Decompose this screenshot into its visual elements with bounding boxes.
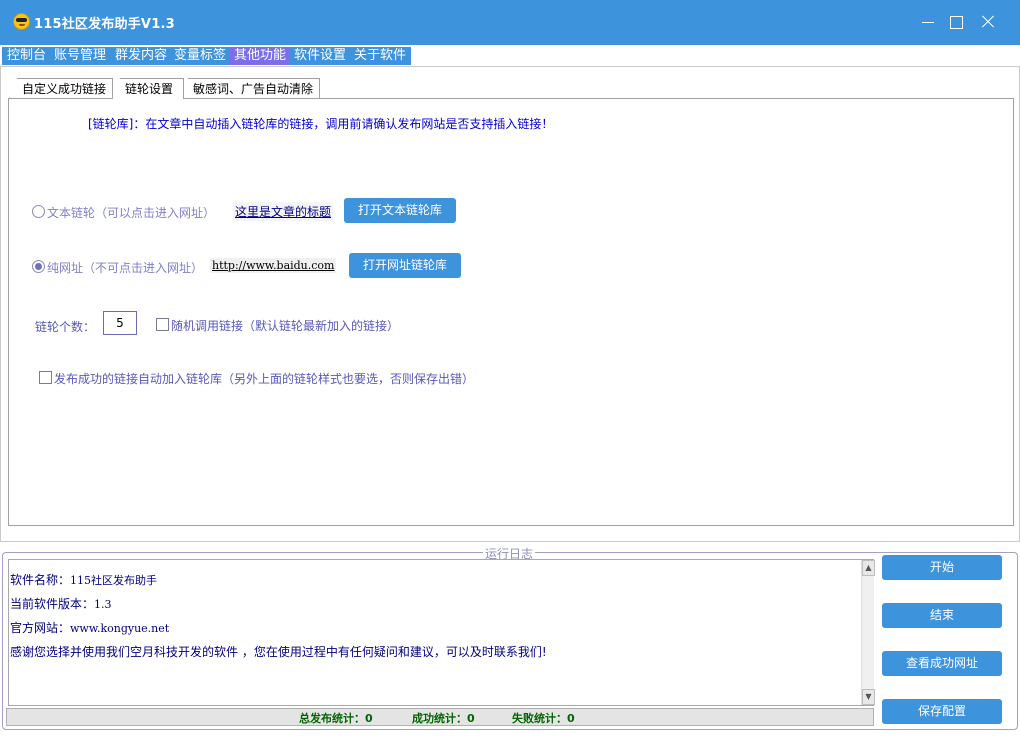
minimize-button[interactable]	[914, 10, 942, 34]
window-title: 115社区发布助手V1.3	[34, 17, 175, 32]
plain-url-radio[interactable]	[32, 260, 45, 273]
link-count-input[interactable]: 5	[103, 311, 137, 335]
link-library-info: [链轮库]：在文章中自动插入链轮库的链接，调用前请确认发布网站是否支持插入链接！	[88, 117, 554, 131]
log-line: 软件名称：115社区发布助手	[10, 573, 158, 587]
sunglasses-smiley-icon	[13, 13, 30, 30]
menu-item-other-functions[interactable]: 其他功能	[229, 47, 292, 65]
run-log-group: 运行日志 软件名称：115社区发布助手 当前软件版本：1.3 官方网站：www.…	[2, 545, 1018, 730]
close-button[interactable]	[974, 10, 1002, 34]
url-sample: http://www.baidu.com	[210, 258, 337, 273]
auto-add-success-link-checkbox[interactable]	[39, 371, 52, 384]
title-bar: 115社区发布助手V1.3	[0, 0, 1020, 45]
success-count: 成功统计：0	[412, 712, 475, 725]
log-line: 感谢您选择并使用我们空月科技开发的软件 ，您在使用过程中有任何疑问和建议，可以及…	[10, 645, 547, 659]
menu-bar: 控制台 账号管理 群发内容 变量标签 其他功能 软件设置 关于软件	[0, 45, 1020, 66]
menu-item-about[interactable]: 关于软件	[349, 47, 412, 65]
tab-link-wheel-settings[interactable]: 链轮设置	[112, 78, 184, 99]
maximize-button[interactable]	[942, 10, 970, 34]
view-success-urls-button[interactable]: 查看成功网址	[882, 651, 1002, 676]
scroll-up-arrow-icon[interactable]: ▲	[862, 560, 875, 576]
menu-item-console[interactable]: 控制台	[2, 47, 52, 65]
tab-sensitive-word-cleanup[interactable]: 敏感词、广告自动清除	[180, 78, 320, 99]
link-count-label: 链轮个数：	[35, 320, 96, 334]
menu-item-bulk-content[interactable]: 群发内容	[110, 47, 173, 65]
menu-item-software-settings[interactable]: 软件设置	[289, 47, 352, 65]
plain-url-label[interactable]: 纯网址（不可点击进入网址）	[47, 259, 203, 276]
save-config-button[interactable]: 保存配置	[882, 699, 1002, 724]
link-settings-panel: [链轮库]：在文章中自动插入链轮库的链接，调用前请确认发布网站是否支持插入链接！…	[8, 98, 1014, 526]
menu-item-variable-tags[interactable]: 变量标签	[169, 47, 232, 65]
text-link-radio[interactable]	[32, 205, 45, 218]
log-textarea[interactable]: 软件名称：115社区发布助手 当前软件版本：1.3 官方网站：www.kongy…	[8, 559, 875, 706]
log-line: 当前软件版本：1.3	[10, 597, 112, 611]
tab-custom-success-links[interactable]: 自定义成功链接	[9, 78, 113, 99]
auto-add-success-link-label[interactable]: 发布成功的链接自动加入链轮库（另外上面的链轮样式也要选，否则保存出错）	[54, 370, 474, 387]
total-publish-count: 总发布统计：0	[299, 712, 373, 725]
stats-bar: 总发布统计：0 成功统计：0 失败统计：0	[6, 708, 874, 726]
text-link-sample: 这里是文章的标题	[233, 202, 334, 221]
random-link-checkbox[interactable]	[156, 318, 169, 331]
log-line: 官方网站：www.kongyue.net	[10, 621, 170, 635]
random-link-label[interactable]: 随机调用链接（默认链轮最新加入的链接）	[171, 317, 399, 334]
open-text-link-library-button[interactable]: 打开文本链轮库	[344, 198, 456, 223]
stop-button[interactable]: 结束	[882, 603, 1002, 628]
text-link-label[interactable]: 文本链轮（可以点击进入网址）	[47, 204, 215, 221]
scroll-down-arrow-icon[interactable]: ▼	[862, 689, 875, 705]
start-button[interactable]: 开始	[882, 555, 1002, 580]
open-url-link-library-button[interactable]: 打开网址链轮库	[349, 253, 461, 278]
menu-item-accounts[interactable]: 账号管理	[49, 47, 112, 65]
log-scrollbar[interactable]: ▲ ▼	[861, 560, 875, 705]
main-panel: 自定义成功链接 链轮设置 敏感词、广告自动清除 [链轮库]：在文章中自动插入链轮…	[0, 66, 1020, 542]
fail-count: 失败统计：0	[512, 712, 575, 725]
